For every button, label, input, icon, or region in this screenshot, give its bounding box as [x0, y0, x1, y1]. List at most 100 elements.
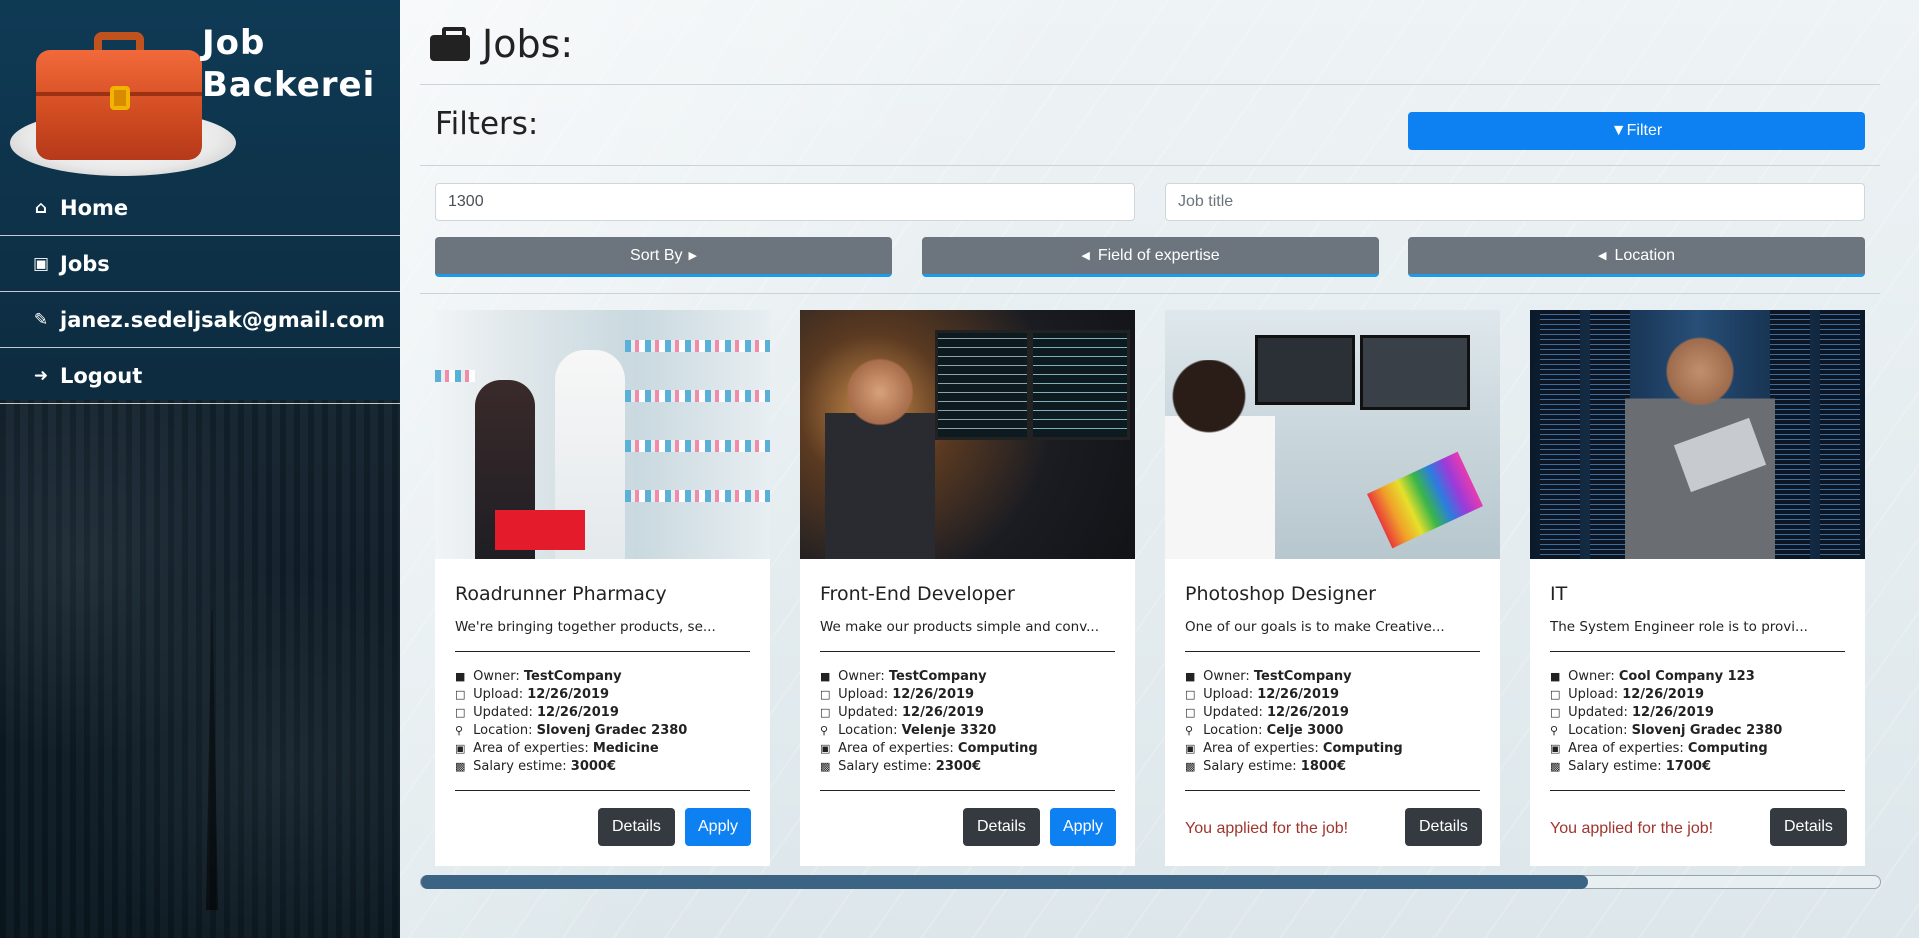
job-card: Photoshop Designer One of our goals is t… [1165, 310, 1500, 866]
job-meta: ■ Owner: TestCompany □ Upload: 12/26/201… [1185, 668, 1480, 776]
logout-icon: ➜ [33, 365, 49, 386]
divider [1550, 790, 1845, 791]
location-label: Location: [1203, 723, 1263, 738]
job-title: Photoshop Designer [1185, 583, 1376, 605]
calendar-icon: □ [1550, 688, 1561, 701]
salary-value: 1700€ [1665, 759, 1712, 774]
designer-figure [1165, 360, 1275, 559]
sidebar-item-jobs[interactable]: ▣ Jobs [0, 236, 400, 292]
field-of-expertise-dropdown[interactable]: ◀ Field of expertise [922, 237, 1379, 277]
sidebar-item-logout[interactable]: ➜ Logout [0, 348, 400, 404]
applied-status: You applied for the job! [1550, 820, 1714, 837]
owner-value: TestCompany [523, 669, 622, 684]
scrollbar-thumb[interactable] [421, 875, 1589, 889]
filters-label: Filters: [435, 106, 539, 142]
briefcase-icon: ▣ [455, 742, 466, 755]
user-icon: ■ [455, 670, 466, 683]
user-icon: ■ [820, 670, 831, 683]
calendar-icon: □ [820, 688, 831, 701]
details-button[interactable]: Details [1770, 808, 1847, 846]
updated-label: Updated: [838, 705, 898, 720]
divider [420, 293, 1880, 294]
job-description: We're bringing together products, se... [455, 619, 716, 635]
owner-label: Owner: [838, 669, 885, 684]
sidebar-item-profile[interactable]: ✎ janez.sedeljsak@gmail.com [0, 292, 400, 348]
divider [1185, 651, 1480, 652]
apply-button[interactable]: Apply [685, 808, 752, 846]
job-card: Front-End Developer We make our products… [800, 310, 1135, 866]
sidebar-item-label: Logout [60, 363, 143, 388]
brand-logo[interactable]: Job Backerei [6, 22, 400, 176]
eiffel-tower-silhouette [206, 610, 218, 910]
location-value: Slovenj Gradec 2380 [1631, 723, 1783, 738]
briefcase-icon: ▣ [1185, 742, 1196, 755]
divider [820, 790, 1115, 791]
location-value: Velenje 3320 [901, 723, 997, 738]
upload-label: Upload: [1568, 687, 1619, 702]
updated-label: Updated: [1203, 705, 1263, 720]
sort-by-dropdown[interactable]: Sort By ▶ [435, 237, 892, 277]
server-rack [1540, 310, 1580, 559]
card-footer: You applied for the job! Details [1550, 790, 1847, 848]
upload-value: 12/26/2019 [892, 687, 975, 702]
filter-button[interactable]: ▼Filter [1408, 112, 1865, 150]
user-icon: ■ [1550, 670, 1561, 683]
horizontal-scrollbar[interactable] [420, 875, 1881, 889]
divider [455, 790, 750, 791]
server-rack [1590, 310, 1630, 559]
details-button[interactable]: Details [598, 808, 675, 846]
calendar-icon: □ [820, 706, 831, 719]
caret-left-icon: ◀ [1598, 250, 1607, 262]
updated-value: 12/26/2019 [1632, 705, 1714, 720]
apply-button[interactable]: Apply [1050, 808, 1117, 846]
updated-label: Updated: [473, 705, 533, 720]
card-footer: Details Apply [820, 790, 1117, 848]
caret-right-icon: ▶ [688, 250, 697, 262]
job-image [435, 310, 770, 559]
updated-value: 12/26/2019 [902, 705, 984, 720]
salary-value: 2300€ [935, 759, 982, 774]
sidebar-item-label: janez.sedeljsak@gmail.com [60, 307, 386, 332]
salary-input[interactable]: 1300 [435, 183, 1135, 221]
sidebar-item-home[interactable]: ⌂ Home [0, 180, 400, 236]
cart-figure [495, 510, 585, 550]
location-label: Location: [1568, 723, 1628, 738]
briefcase-icon: ▣ [820, 742, 831, 755]
salary-value: 1800€ [1300, 759, 1347, 774]
server-rack [1820, 310, 1860, 559]
page-header: Jobs: [430, 22, 573, 66]
briefcase-lock [110, 86, 130, 110]
color-swatch [1367, 451, 1483, 549]
brand-title-line1: Job [202, 23, 266, 63]
calendar-icon: □ [1550, 706, 1561, 719]
area-value: Medicine [592, 741, 659, 756]
calendar-icon: □ [1185, 706, 1196, 719]
upload-value: 12/26/2019 [1257, 687, 1340, 702]
money-icon: ▩ [1550, 760, 1561, 773]
brand-title: Job Backerei [202, 22, 375, 106]
job-meta: ■ Owner: Cool Company 123 □ Upload: 12/2… [1550, 668, 1845, 776]
details-button[interactable]: Details [963, 808, 1040, 846]
home-icon: ⌂ [34, 197, 48, 218]
upload-value: 12/26/2019 [527, 687, 610, 702]
upload-label: Upload: [1203, 687, 1254, 702]
briefcase-icon [430, 27, 470, 61]
details-button[interactable]: Details [1405, 808, 1482, 846]
job-title: Roadrunner Pharmacy [455, 583, 667, 605]
job-description: We make our products simple and conv... [820, 619, 1100, 635]
job-image [1165, 310, 1500, 559]
updated-value: 12/26/2019 [1267, 705, 1349, 720]
job-card: Roadrunner Pharmacy We're bringing toget… [435, 310, 770, 866]
shelf [625, 490, 770, 502]
location-dropdown[interactable]: ◀ Location [1408, 237, 1865, 277]
area-label: Area of experties: [1568, 741, 1684, 756]
card-footer: Details Apply [455, 790, 752, 848]
sidebar-nav: ⌂ Home ▣ Jobs ✎ janez.sedeljsak@gmail.co… [0, 180, 400, 404]
location-label: Location [1614, 246, 1675, 264]
applied-status: You applied for the job! [1185, 820, 1349, 837]
owner-value: TestCompany [1253, 669, 1352, 684]
divider [1185, 790, 1480, 791]
job-title-input[interactable]: Job title [1165, 183, 1865, 221]
field-of-expertise-label: Field of expertise [1097, 246, 1220, 264]
filter-button-label: Filter [1626, 122, 1663, 139]
